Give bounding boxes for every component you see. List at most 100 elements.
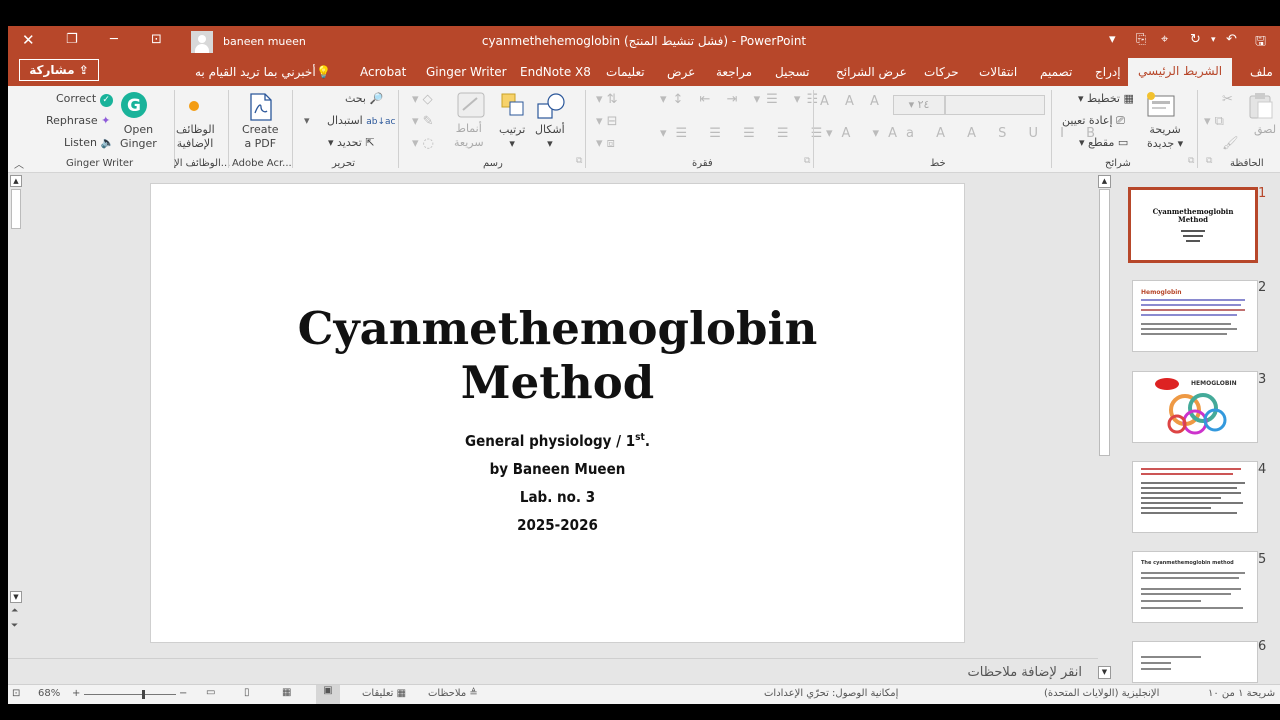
thumb-scroll-down-icon[interactable]: ▼	[1098, 666, 1111, 679]
thumbnail-slide-6[interactable]	[1132, 641, 1258, 683]
cut-icon[interactable]: ✂	[1222, 92, 1233, 107]
font-format-icons[interactable]: ▾A ▾Aa A A S U I B	[826, 126, 1104, 141]
zoom-slider-thumb[interactable]	[142, 690, 145, 699]
share-button[interactable]: مشاركة ⇪	[19, 59, 99, 81]
thumbnail-slide-4[interactable]	[1132, 461, 1258, 533]
notes-pane[interactable]: انقر لإضافة ملاحظات	[8, 658, 1098, 685]
editing-expand-icon[interactable]: ▾	[304, 114, 310, 127]
shape-outline-icon[interactable]: ▾ ✎	[412, 114, 434, 129]
listen-button[interactable]: Listen 🔈	[64, 136, 114, 149]
drawing-launcher-icon[interactable]: ⧉	[576, 156, 582, 166]
tab-animations[interactable]: حركات	[924, 65, 959, 79]
undo-dropdown-icon[interactable]: ▾	[1211, 35, 1216, 45]
undo-icon[interactable]: ↶	[1226, 32, 1237, 47]
scroll-up-icon[interactable]: ▲	[10, 175, 22, 187]
find-button[interactable]: بحث 🔎	[345, 92, 383, 105]
thumbnail-slide-5[interactable]: The cyanmethemoglobin method	[1132, 551, 1258, 623]
addins-button[interactable]: الوظائف الإضافية	[176, 123, 215, 151]
shape-fill-icon[interactable]: ▾ ◇	[412, 92, 433, 107]
touch-mode-icon[interactable]: ⌖	[1161, 32, 1168, 47]
section-button[interactable]: ▾ مقطع ▭	[1079, 136, 1128, 149]
scroll-thumb[interactable]	[11, 189, 21, 229]
scroll-down-icon[interactable]: ▼	[10, 591, 22, 603]
sorter-view-icon[interactable]: ▦	[282, 687, 291, 698]
font-name-box[interactable]	[945, 95, 1045, 115]
thumbnail-scrollbar[interactable]: ▲ ▼	[1096, 173, 1112, 683]
shapes-icon[interactable]	[536, 92, 566, 120]
format-painter-icon[interactable]: 🖌	[1222, 136, 1239, 151]
tab-review[interactable]: مراجعة	[716, 65, 752, 79]
reset-button[interactable]: إعادة تعيين ⎚	[1062, 114, 1125, 128]
tab-help[interactable]: تعليمات	[606, 65, 645, 79]
zoom-level[interactable]: 68%	[38, 688, 60, 699]
text-direction-icon[interactable]: ▾ ⇅	[596, 92, 618, 107]
slide-title[interactable]: Cyanmethemoglobin Method	[151, 302, 964, 410]
thumb-scroll-thumb[interactable]	[1099, 189, 1110, 456]
replace-button[interactable]: استبدال ab↓ac	[327, 114, 395, 127]
thumbnail-slide-3[interactable]: HEMOGLOBIN	[1132, 371, 1258, 443]
layout-button[interactable]: ▾ تخطيط ▦	[1078, 92, 1134, 105]
tell-me-input[interactable]: أخبرني بما تريد القيام به	[195, 65, 316, 79]
vertical-scrollbar[interactable]: ▲ ▼ ⏶ ⏷	[8, 173, 22, 658]
customize-qat-icon[interactable]: ▾	[1109, 32, 1116, 47]
thumb-scroll-up-icon[interactable]: ▲	[1098, 175, 1111, 188]
zoom-out-icon[interactable]: −	[179, 688, 187, 699]
quick-styles-icon[interactable]	[457, 92, 485, 118]
slideshow-view-icon[interactable]: ▭	[206, 687, 215, 698]
thumbnail-slide-2[interactable]: Hemoglobin	[1132, 280, 1258, 352]
prev-slide-icon[interactable]: ⏶	[11, 606, 18, 616]
tab-view[interactable]: عرض	[667, 65, 695, 79]
slide-canvas[interactable]: Cyanmethemoglobin Method General physiol…	[150, 183, 965, 643]
tab-endnote[interactable]: EndNote X8	[520, 65, 591, 79]
paragraph-align-icons[interactable]: ▾☰ ☰ ☰ ☰ ☰	[660, 126, 831, 141]
language-status[interactable]: الإنجليزية (الولايات المتحدة)	[1044, 688, 1159, 699]
reading-view-icon[interactable]: ▯	[244, 687, 250, 698]
rephrase-button[interactable]: Rephrase ✦	[46, 114, 110, 127]
comments-button[interactable]: تعليقات ▦	[362, 688, 406, 699]
tab-transitions[interactable]: انتقالات	[979, 65, 1017, 79]
tab-slideshow[interactable]: عرض الشرائح	[836, 65, 907, 79]
fit-to-window-icon[interactable]: ⊡	[12, 688, 20, 699]
present-icon[interactable]: ⎘	[1136, 32, 1146, 47]
shapes-button[interactable]: أشكال ▾	[535, 123, 565, 151]
paste-button[interactable]: لصق	[1254, 123, 1276, 136]
slide-subtitle[interactable]: General physiology / 1st. by Baneen Muee…	[151, 424, 964, 539]
shape-effects-icon[interactable]: ▾ ◌	[412, 136, 434, 151]
tab-file[interactable]: ملف	[1250, 65, 1273, 79]
normal-view-icon[interactable]: ▣	[316, 685, 340, 704]
tab-design[interactable]: تصميم	[1040, 65, 1072, 79]
tab-ginger-writer[interactable]: Ginger Writer	[426, 65, 507, 79]
redo-icon[interactable]: ↻	[1190, 32, 1201, 47]
font-size-box[interactable]: ▾ ٢٤	[893, 95, 945, 115]
zoom-slider[interactable]	[84, 694, 176, 695]
notes-placeholder[interactable]: انقر لإضافة ملاحظات	[968, 665, 1082, 680]
quick-styles-button[interactable]: أنماط سريعة	[454, 122, 484, 150]
accessibility-status[interactable]: إمكانية الوصول: تحرّي الإعدادات	[764, 688, 898, 699]
thumbnail-slide-1[interactable]: Cyanmethemoglobin Method	[1128, 187, 1258, 263]
paragraph-launcher-icon[interactable]: ⧉	[804, 156, 810, 166]
smartart-icon[interactable]: ▾ ⧈	[596, 136, 615, 151]
new-slide-icon[interactable]	[1145, 90, 1175, 120]
paragraph-top-row-icons[interactable]: ▾↕ ⇤ ⇥ ▾☰ ▾☷	[660, 92, 824, 107]
save-icon[interactable]: 🖫	[1255, 32, 1266, 54]
font-size-buttons[interactable]: A A A	[820, 94, 885, 109]
zoom-in-icon[interactable]: +	[72, 688, 80, 699]
select-button[interactable]: ▾ تحديد ⇱	[328, 136, 375, 149]
collapse-ribbon-icon[interactable]: ︿	[14, 156, 24, 171]
create-pdf-button[interactable]: Create a PDF	[242, 123, 279, 151]
arrange-icon[interactable]	[500, 92, 526, 118]
align-text-icon[interactable]: ▾ ⊟	[596, 114, 618, 129]
tab-insert[interactable]: إدراج	[1095, 65, 1121, 79]
arrange-button[interactable]: ترتيب ▾	[499, 123, 525, 151]
correct-button[interactable]: Correct ✓	[56, 92, 113, 107]
open-ginger-button[interactable]: Open Ginger	[120, 123, 157, 151]
new-slide-button[interactable]: شريحة جديدة ▾	[1147, 123, 1183, 151]
copy-icon[interactable]: ▾ ⧉	[1204, 114, 1224, 129]
paste-icon[interactable]	[1248, 92, 1274, 120]
tab-home[interactable]: الشريط الرئيسي	[1128, 58, 1233, 86]
clipboard-launcher-icon[interactable]: ⧉	[1206, 156, 1212, 166]
notes-button[interactable]: ملاحظات ≜	[428, 688, 478, 699]
ginger-logo-icon[interactable]: G	[120, 91, 148, 119]
next-slide-icon[interactable]: ⏷	[11, 621, 18, 631]
tab-record[interactable]: تسجيل	[775, 65, 810, 79]
